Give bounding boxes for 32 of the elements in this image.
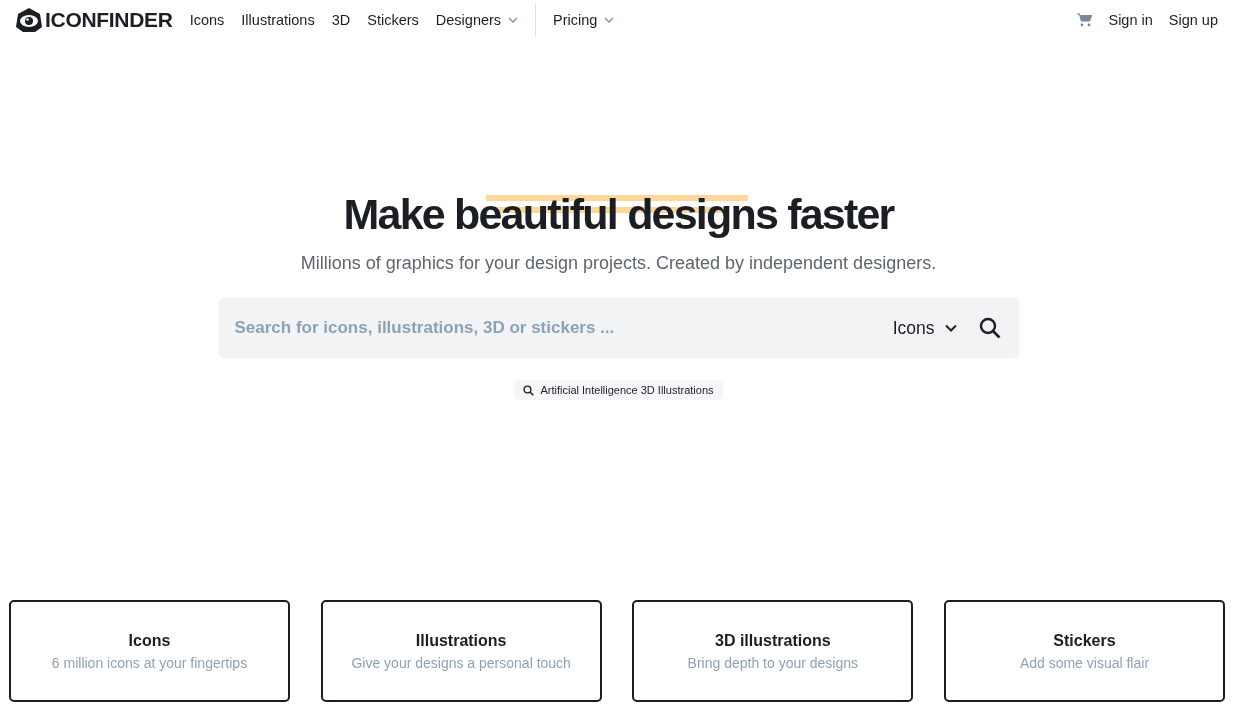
chevron-down-icon: [604, 17, 615, 23]
logo-wordmark[interactable]: ICONFINDER: [45, 8, 173, 32]
card-title: Illustrations: [415, 631, 507, 650]
card-title: 3D illustrations: [715, 631, 831, 650]
nav-link[interactable]: 3D: [331, 12, 351, 28]
category-card[interactable]: Illustrations Give your designs a personal touch: [320, 600, 602, 702]
type-dropdown[interactable]: Icons: [892, 317, 957, 339]
category-card[interactable]: Icons 6 million icons at your fingertips: [9, 600, 290, 702]
nav-link[interactable]: Icons: [189, 12, 225, 28]
cart-icon[interactable]: [1077, 13, 1093, 27]
auth-link[interactable]: Sign up: [1168, 12, 1218, 28]
search-icon[interactable]: [978, 317, 1001, 339]
nav-dropdown[interactable]: Pricing: [553, 12, 615, 28]
category-card[interactable]: 3D illustrations Bring depth to your designs: [632, 600, 914, 702]
card-subtitle: Bring depth to your designs: [687, 654, 859, 671]
nav-dropdown[interactable]: Designers: [435, 12, 519, 28]
card-subtitle: Give your designs a personal touch: [351, 654, 571, 671]
chevron-down-icon: [944, 324, 957, 332]
auth-link[interactable]: Sign in: [1108, 12, 1153, 28]
hero-subtitle: Millions of graphics for your design projects. Created by independent designers.: [300, 253, 937, 274]
nav-link[interactable]: Stickers: [367, 12, 419, 28]
eye-logo-icon: [15, 7, 43, 33]
category-card[interactable]: Stickers Add some visual flair: [943, 600, 1225, 702]
chevron-down-icon: [508, 17, 519, 23]
card-title: Icons: [128, 631, 171, 650]
search-field[interactable]: Search for icons, illustrations, 3D or stickers ... Icons: [218, 298, 1019, 358]
nav-link[interactable]: Illustrations: [241, 12, 315, 28]
card-subtitle: Add some visual flair: [1019, 654, 1150, 671]
card-title: Stickers: [1053, 631, 1116, 650]
suggestion-chip[interactable]: Artificial Intelligence 3D Illustrations: [514, 380, 723, 400]
card-subtitle: 6 million icons at your fingertips: [51, 654, 248, 671]
search-icon: [523, 384, 535, 396]
